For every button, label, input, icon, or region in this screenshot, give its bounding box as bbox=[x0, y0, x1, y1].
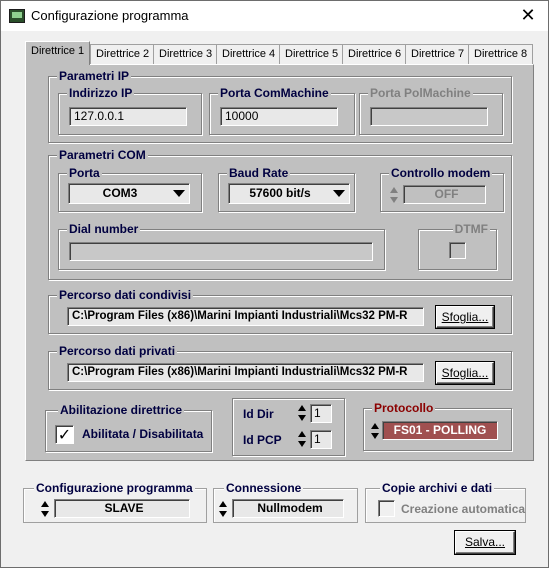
tab-direttrice-1[interactable]: Direttrice 1 bbox=[25, 41, 91, 65]
ip-address-input[interactable]: 127.0.0.1 bbox=[69, 107, 187, 126]
baud-rate-value: 57600 bit/s bbox=[249, 186, 311, 200]
tab-direttrice-3[interactable]: Direttrice 3 bbox=[153, 44, 219, 64]
ip-address-group: Indirizzo IP 127.0.0.1 bbox=[58, 86, 202, 135]
dtmf-group: DTMF bbox=[418, 222, 497, 270]
ids-group: Id Dir 1 Id PCP 1 bbox=[232, 398, 345, 456]
protocol-spin-icon[interactable] bbox=[371, 421, 380, 441]
dtmf-label: DTMF bbox=[452, 222, 490, 236]
id-dir-spin-icon[interactable] bbox=[298, 403, 307, 423]
program-config-spin-icon[interactable] bbox=[41, 499, 50, 519]
auto-create-label: Creazione automatica bbox=[401, 502, 526, 516]
com-port-value: COM3 bbox=[102, 186, 138, 200]
program-config-value[interactable]: SLAVE bbox=[54, 499, 190, 518]
shared-path-title: Percorso dati condivisi bbox=[57, 288, 194, 302]
modem-spin-icon[interactable] bbox=[390, 185, 399, 205]
private-path-title: Percorso dati privati bbox=[57, 344, 178, 358]
id-pcp-spin-icon[interactable] bbox=[298, 429, 307, 449]
com-group-title: Parametri COM bbox=[57, 148, 148, 162]
close-button[interactable]: ✕ bbox=[509, 3, 547, 29]
tab-direttrice-7[interactable]: Direttrice 7 bbox=[405, 44, 471, 64]
tab-direttrice-8[interactable]: Direttrice 8 bbox=[468, 44, 534, 64]
id-pcp-input[interactable]: 1 bbox=[310, 430, 332, 449]
private-path-group: Percorso dati privati C:\Program Files (… bbox=[48, 344, 512, 390]
ip-group-title: Parametri IP bbox=[57, 69, 132, 83]
enable-checkbox-label: Abilitata / Disabilitata bbox=[82, 427, 204, 441]
program-config-group: Configurazione programma SLAVE bbox=[23, 481, 207, 523]
dial-number-label: Dial number bbox=[67, 222, 141, 236]
archive-copies-title: Copie archivi e dati bbox=[380, 481, 495, 495]
com-group: Parametri COM Porta COM3 Baud Rate 57600… bbox=[48, 148, 512, 280]
program-config-title: Configurazione programma bbox=[34, 481, 195, 495]
private-path-input[interactable]: C:\Program Files (x86)\Marini Impianti I… bbox=[67, 363, 424, 382]
dial-number-group: Dial number bbox=[58, 222, 385, 270]
save-button[interactable]: Salva... bbox=[455, 531, 515, 554]
dial-number-input[interactable] bbox=[69, 242, 373, 261]
config-window: Configurazione programma ✕ Direttrice 1 … bbox=[0, 0, 549, 568]
port-polmachine-label: Porta PolMachine bbox=[368, 86, 473, 100]
baud-rate-label: Baud Rate bbox=[227, 166, 291, 180]
com-port-group: Porta COM3 bbox=[58, 166, 202, 212]
tab-direttrice-4[interactable]: Direttrice 4 bbox=[216, 44, 282, 64]
port-commachine-input[interactable]: 10000 bbox=[220, 107, 338, 126]
ip-address-label: Indirizzo IP bbox=[67, 86, 135, 100]
title-bar: Configurazione programma ✕ bbox=[1, 1, 548, 31]
modem-control-value[interactable]: OFF bbox=[403, 185, 486, 204]
protocol-group: Protocollo FS01 - POLLING bbox=[363, 401, 512, 451]
enable-group-title: Abilitazione direttrice bbox=[58, 403, 185, 417]
ip-group: Parametri IP Indirizzo IP 127.0.0.1 Port… bbox=[48, 69, 512, 143]
port-commachine-group: Porta ComMachine 10000 bbox=[209, 86, 355, 135]
com-port-label: Porta bbox=[67, 166, 102, 180]
shared-browse-button[interactable]: Sfoglia... bbox=[436, 306, 494, 328]
port-commachine-label: Porta ComMachine bbox=[218, 86, 331, 100]
dtmf-checkbox[interactable] bbox=[449, 242, 466, 259]
chevron-down-icon bbox=[173, 190, 185, 197]
chevron-down-icon bbox=[333, 190, 345, 197]
connection-title: Connessione bbox=[224, 481, 304, 495]
enable-checkbox[interactable]: ✓ bbox=[55, 425, 74, 444]
connection-value[interactable]: Nullmodem bbox=[232, 499, 344, 518]
app-icon bbox=[9, 9, 25, 23]
modem-control-group: Controllo modem OFF bbox=[380, 166, 504, 212]
shared-path-input[interactable]: C:\Program Files (x86)\Marini Impianti I… bbox=[67, 307, 424, 326]
baud-rate-select[interactable]: 57600 bit/s bbox=[228, 183, 350, 204]
com-port-select[interactable]: COM3 bbox=[68, 183, 190, 204]
baud-rate-group: Baud Rate 57600 bit/s bbox=[218, 166, 355, 212]
protocol-title: Protocollo bbox=[372, 401, 436, 415]
shared-path-group: Percorso dati condivisi C:\Program Files… bbox=[48, 288, 512, 334]
port-polmachine-input[interactable] bbox=[370, 107, 488, 126]
id-dir-label: Id Dir bbox=[243, 407, 274, 421]
id-dir-input[interactable]: 1 bbox=[310, 404, 332, 423]
private-browse-button[interactable]: Sfoglia... bbox=[436, 362, 494, 384]
tab-direttrice-6[interactable]: Direttrice 6 bbox=[342, 44, 408, 64]
window-title: Configurazione programma bbox=[31, 8, 189, 23]
tab-direttrice-2[interactable]: Direttrice 2 bbox=[90, 44, 156, 64]
modem-control-label: Controllo modem bbox=[389, 166, 493, 180]
id-pcp-label: Id PCP bbox=[243, 433, 282, 447]
connection-group: Connessione Nullmodem bbox=[213, 481, 358, 523]
enable-group: Abilitazione direttrice ✓ Abilitata / Di… bbox=[45, 403, 212, 452]
tab-direttrice-5[interactable]: Direttrice 5 bbox=[279, 44, 345, 64]
tab-panel: Parametri IP Indirizzo IP 127.0.0.1 Port… bbox=[25, 64, 534, 461]
archive-copies-group: Copie archivi e dati Creazione automatic… bbox=[365, 481, 526, 523]
protocol-value[interactable]: FS01 - POLLING bbox=[382, 421, 498, 440]
port-polmachine-group: Porta PolMachine bbox=[359, 86, 503, 135]
auto-create-checkbox[interactable] bbox=[378, 500, 395, 517]
connection-spin-icon[interactable] bbox=[219, 499, 228, 519]
